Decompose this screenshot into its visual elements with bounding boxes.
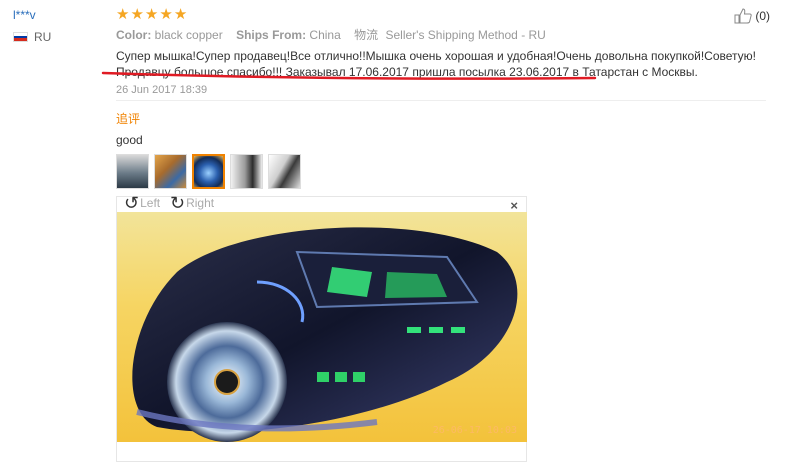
close-icon[interactable]: × bbox=[510, 198, 518, 213]
photo-thumbnail[interactable] bbox=[230, 154, 263, 189]
helpful-count: (0) bbox=[755, 9, 770, 23]
russia-flag-icon bbox=[13, 32, 28, 42]
star-icon: ★ bbox=[130, 6, 144, 23]
rotate-left-label: Left bbox=[140, 196, 161, 210]
followup-label: 追评 bbox=[116, 112, 141, 126]
thumbs-up-icon bbox=[734, 8, 753, 24]
rotate-right-icon: ↻ bbox=[170, 193, 186, 213]
review-block: ★ ★ ★ ★ ★ Color: black copper Ships From… bbox=[116, 6, 776, 96]
rotate-left-icon: ↺ bbox=[124, 193, 140, 213]
color-value: black copper bbox=[154, 28, 223, 42]
star-icon: ★ bbox=[159, 6, 173, 23]
divider bbox=[116, 100, 766, 101]
order-meta: Color: black copper Ships From: China 物流… bbox=[116, 28, 776, 42]
color-label: Color: bbox=[116, 28, 152, 42]
country-code: RU bbox=[34, 30, 52, 44]
image-viewer-toolbar: ↺ Left ↻ Right × bbox=[116, 193, 526, 213]
star-icon: ★ bbox=[173, 6, 188, 23]
rotate-right-button[interactable]: ↻ Right bbox=[170, 193, 215, 213]
gaming-mouse-photo bbox=[132, 227, 518, 442]
photo-thumbnail[interactable] bbox=[116, 154, 149, 189]
enlarged-photo: 26-06-17 10:03 bbox=[117, 212, 527, 442]
reviewer-info: l***v RU bbox=[13, 8, 103, 44]
shipping-method: Seller's Shipping Method - RU bbox=[385, 28, 546, 42]
helpful-button[interactable]: (0) bbox=[734, 8, 770, 24]
photo-thumbnails bbox=[116, 154, 301, 189]
ships-from-label: Ships From: bbox=[236, 28, 307, 42]
star-icon: ★ bbox=[144, 6, 159, 23]
photo-thumbnail[interactable] bbox=[154, 154, 187, 189]
followup-text: good bbox=[116, 133, 143, 147]
photo-thumbnail[interactable] bbox=[268, 154, 301, 189]
rotate-right-label: Right bbox=[186, 196, 215, 210]
shipping-method-prefix: 物流 bbox=[354, 28, 379, 42]
rotate-left-button[interactable]: ↺ Left bbox=[124, 193, 161, 213]
photo-timestamp: 26-06-17 10:03 bbox=[432, 425, 517, 436]
photo-thumbnail-selected[interactable] bbox=[192, 154, 225, 189]
review-text: Супер мышка!Супер продавец!Все отлично!!… bbox=[116, 49, 756, 79]
image-viewer-footer bbox=[116, 442, 527, 462]
star-rating: ★ ★ ★ ★ ★ bbox=[116, 6, 776, 23]
ships-from-value: China bbox=[309, 28, 341, 42]
review-date: 26 Jun 2017 18:39 bbox=[116, 84, 208, 96]
star-icon: ★ bbox=[116, 6, 130, 23]
reviewer-country: RU bbox=[13, 30, 103, 44]
reviewer-name[interactable]: l***v bbox=[13, 8, 103, 22]
